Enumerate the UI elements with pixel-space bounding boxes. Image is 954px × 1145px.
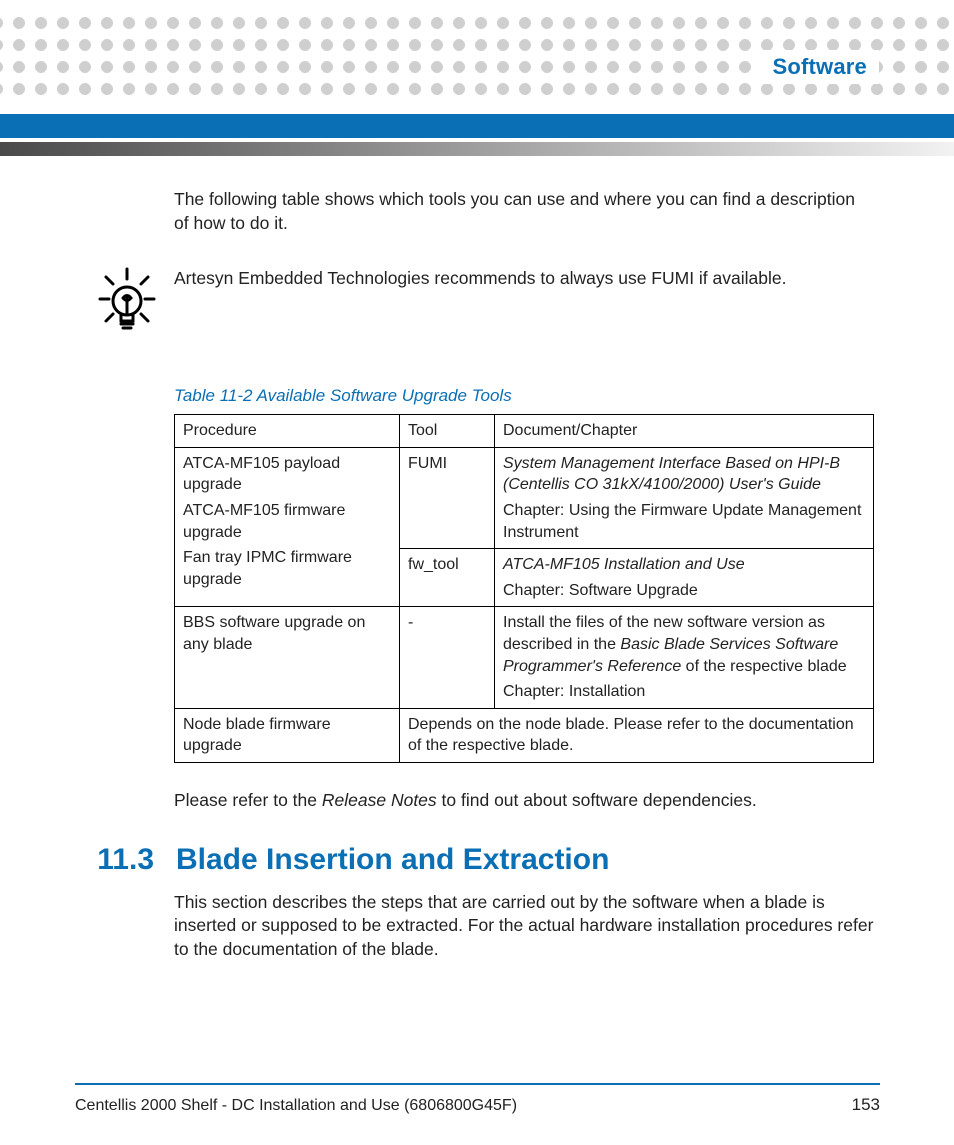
cell-doc-bbs: Install the files of the new software ve… <box>495 607 874 708</box>
th-doc: Document/Chapter <box>495 415 874 448</box>
table-row: ATCA-MF105 payload upgrade ATCA-MF105 fi… <box>175 447 874 548</box>
header-blue-bar <box>0 114 954 138</box>
section-body: This section describes the steps that ar… <box>174 891 874 962</box>
table-row: Node blade firmware upgrade Depends on t… <box>175 708 874 762</box>
footer-rule <box>75 1083 880 1085</box>
table-header-row: Procedure Tool Document/Chapter <box>175 415 874 448</box>
intro-paragraph: The following table shows which tools yo… <box>174 188 874 235</box>
footer-doc-title: Centellis 2000 Shelf - DC Installation a… <box>75 1097 517 1115</box>
cell-procedure-group1: ATCA-MF105 payload upgrade ATCA-MF105 fi… <box>175 447 400 607</box>
cell-tool-none: - <box>400 607 495 708</box>
cell-tool-fumi: FUMI <box>400 447 495 548</box>
tip-text: Artesyn Embedded Technologies recommends… <box>174 265 786 291</box>
th-tool: Tool <box>400 415 495 448</box>
cell-tool-fwtool: fw_tool <box>400 549 495 607</box>
cell-procedure-nodeblade: Node blade firmware upgrade <box>175 708 400 762</box>
header-title-box: Software <box>760 50 879 84</box>
section-number: 11.3 <box>84 843 154 877</box>
body-content: The following table shows which tools yo… <box>174 188 874 979</box>
header-gradient-strip <box>0 142 954 156</box>
footer: Centellis 2000 Shelf - DC Installation a… <box>75 1095 880 1115</box>
footer-page-number: 153 <box>852 1095 880 1115</box>
cell-doc-fumi: System Management Interface Based on HPI… <box>495 447 874 548</box>
chapter-title: Software <box>772 54 867 79</box>
section-title: Blade Insertion and Extraction <box>176 843 609 877</box>
table-caption: Table 11-2 Available Software Upgrade To… <box>174 386 874 406</box>
cell-procedure-bbs: BBS software upgrade on any blade <box>175 607 400 708</box>
cell-doc-fwtool: ATCA-MF105 Installation and Use Chapter:… <box>495 549 874 607</box>
tip-block: Artesyn Embedded Technologies recommends… <box>174 265 874 340</box>
page-container: Software The following table shows which… <box>0 0 954 1145</box>
lightbulb-icon <box>96 265 158 340</box>
cell-doc-nodeblade-merged: Depends on the node blade. Please refer … <box>400 708 874 762</box>
th-procedure: Procedure <box>175 415 400 448</box>
post-table-paragraph: Please refer to the Release Notes to fin… <box>174 789 874 813</box>
table-row: BBS software upgrade on any blade - Inst… <box>175 607 874 708</box>
section-heading: 11.3 Blade Insertion and Extraction <box>174 843 874 877</box>
upgrade-tools-table: Procedure Tool Document/Chapter ATCA-MF1… <box>174 414 874 763</box>
